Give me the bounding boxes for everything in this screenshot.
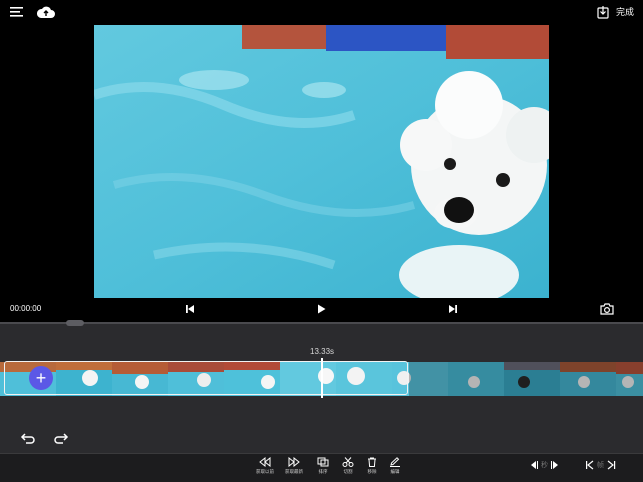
step-forward-second-icon[interactable] — [551, 460, 560, 470]
video-preview[interactable] — [94, 25, 549, 298]
skip-next-icon — [449, 305, 457, 313]
selected-clip-frame[interactable] — [4, 361, 408, 395]
skip-previous-icon — [186, 305, 194, 313]
frame-label: 帧 — [597, 462, 604, 469]
step-forward-frame-icon[interactable] — [607, 460, 616, 470]
duration-label: 13.33s — [310, 347, 335, 356]
scrub-handle[interactable] — [66, 320, 84, 326]
tool-label: 编辑 — [390, 469, 400, 474]
redo-button[interactable] — [53, 432, 69, 445]
done-button[interactable]: 完成 — [616, 5, 634, 18]
camera-icon — [600, 303, 614, 315]
second-label: 秒 — [541, 462, 548, 469]
edit-button[interactable]: 编辑 — [381, 457, 409, 479]
snapshot-button[interactable] — [600, 302, 614, 315]
fast-forward-icon — [288, 457, 300, 467]
timecode-display: 00:00:00 — [10, 304, 42, 313]
scissors-icon — [342, 457, 354, 467]
second-step-control: 秒 — [529, 459, 560, 471]
undo-icon — [20, 433, 35, 444]
export-icon[interactable] — [597, 5, 609, 19]
frame-step-control: 帧 — [585, 459, 616, 471]
rewind-icon — [259, 457, 271, 467]
tool-label: 获取最新 — [285, 469, 303, 474]
pencil-icon — [390, 457, 400, 467]
sort-icon — [317, 457, 329, 467]
scrub-track[interactable] — [0, 322, 643, 324]
tool-label: 获取以前 — [256, 469, 274, 474]
sort-button[interactable]: 排序 — [309, 457, 337, 479]
cloud-upload-icon[interactable] — [37, 5, 55, 19]
menu-icon[interactable] — [10, 6, 24, 18]
step-back-second-icon[interactable] — [529, 460, 538, 470]
skip-next-button[interactable] — [447, 303, 459, 315]
add-clip-button[interactable]: + — [29, 366, 53, 390]
tool-label: 排序 — [318, 469, 328, 474]
plus-icon: + — [35, 368, 47, 388]
playhead[interactable] — [321, 358, 323, 398]
video-frame-image — [94, 25, 549, 298]
play-button[interactable] — [315, 303, 327, 315]
step-back-frame-icon[interactable] — [585, 460, 594, 470]
undo-button[interactable] — [20, 432, 36, 445]
fetch-latest-button[interactable]: 获取最新 — [280, 457, 308, 479]
skip-previous-button[interactable] — [184, 303, 196, 315]
timeline-unselected-overlay — [409, 362, 643, 396]
trash-icon — [368, 457, 376, 467]
play-icon — [318, 304, 326, 314]
fetch-previous-button[interactable]: 获取以前 — [251, 457, 279, 479]
redo-icon — [54, 433, 69, 444]
